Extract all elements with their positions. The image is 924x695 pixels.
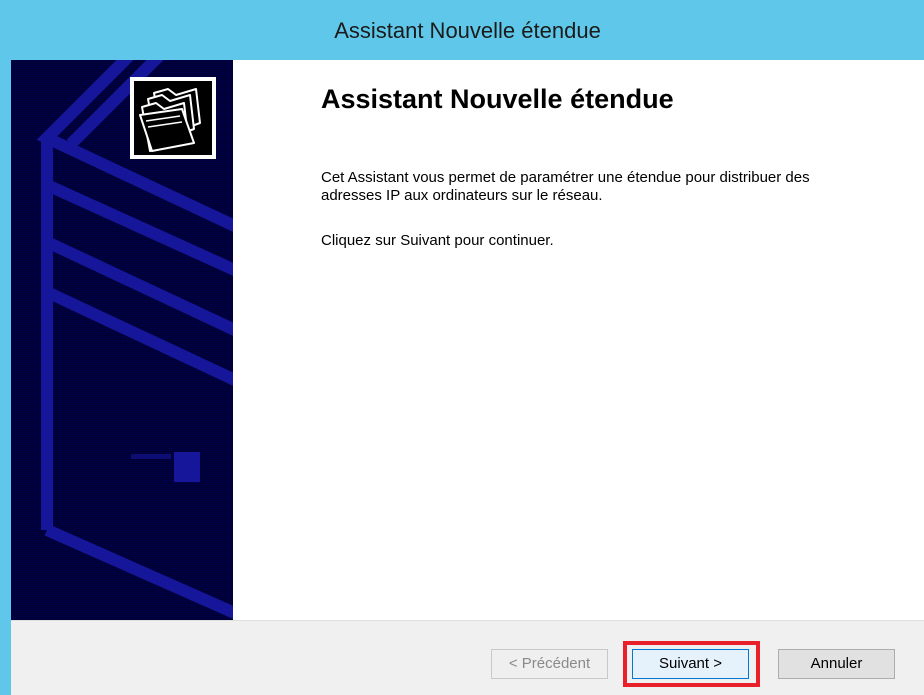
next-button[interactable]: Suivant > (632, 649, 749, 679)
previous-button[interactable]: < Précédent (491, 649, 608, 679)
wizard-description: Cet Assistant vous permet de paramétrer … (321, 169, 810, 204)
cancel-button[interactable]: Annuler (778, 649, 895, 679)
wizard-side-panel (11, 60, 233, 620)
wizard-window: Assistant Nouvelle étendue Assistant Nou… (0, 0, 924, 695)
window-title: Assistant Nouvelle étendue (334, 18, 601, 43)
title-bar[interactable]: Assistant Nouvelle étendue (0, 0, 924, 60)
page-title: Assistant Nouvelle étendue (321, 84, 674, 114)
wizard-content: Assistant Nouvelle étendue Cet Assistant… (233, 60, 924, 620)
button-bar: < Précédent Suivant > Annuler (11, 620, 924, 695)
wizard-instruction: Cliquez sur Suivant pour continuer. (321, 232, 554, 249)
folders-icon (130, 77, 216, 159)
